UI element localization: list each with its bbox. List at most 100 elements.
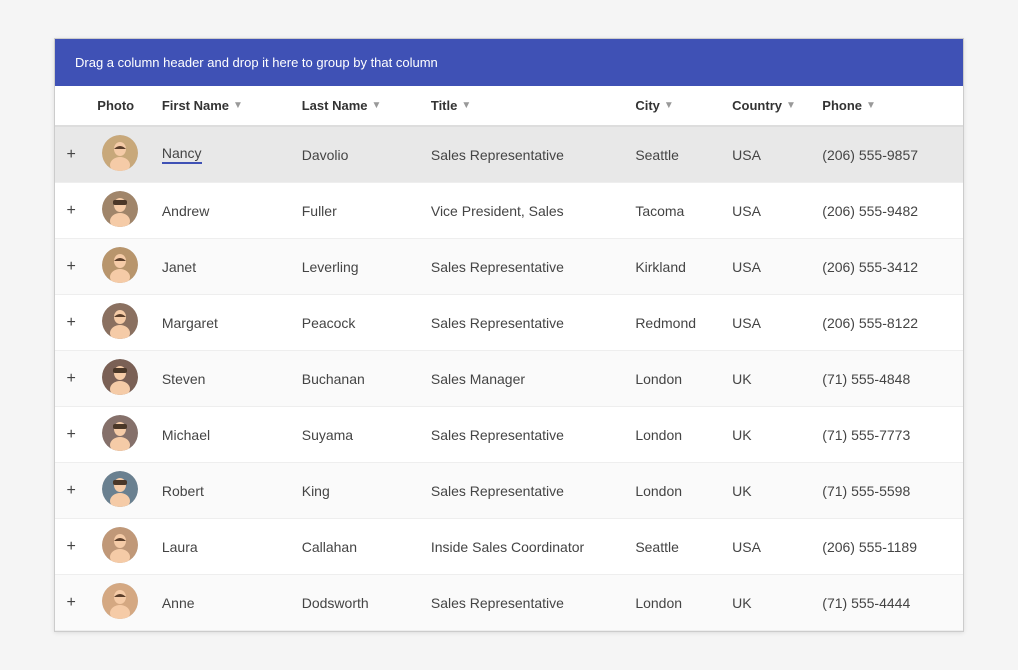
- firstname-value: Robert: [162, 483, 204, 499]
- phone-cell: (71) 555-7773: [812, 407, 963, 463]
- firstname-cell: Steven: [152, 351, 292, 407]
- expand-cell[interactable]: +: [55, 239, 87, 295]
- expand-cell[interactable]: +: [55, 575, 87, 631]
- country-cell: USA: [722, 239, 812, 295]
- table-row[interactable]: + Margaret Peacock Sales Representative …: [55, 295, 963, 351]
- firstname-value: Nancy: [162, 145, 202, 164]
- phone-cell: (206) 555-9857: [812, 126, 963, 183]
- firstname-cell: Janet: [152, 239, 292, 295]
- expand-cell[interactable]: +: [55, 407, 87, 463]
- country-cell: UK: [722, 575, 812, 631]
- col-lastname-header[interactable]: Last Name ▼: [292, 86, 421, 126]
- city-cell: London: [625, 407, 722, 463]
- avatar: [102, 135, 138, 171]
- city-cell: London: [625, 463, 722, 519]
- col-firstname-header[interactable]: First Name ▼: [152, 86, 292, 126]
- lastname-header-label: Last Name: [302, 98, 368, 113]
- photo-cell: [87, 351, 152, 407]
- title-cell: Sales Representative: [421, 239, 625, 295]
- lastname-cell: Callahan: [292, 519, 421, 575]
- country-cell: UK: [722, 463, 812, 519]
- firstname-cell: Robert: [152, 463, 292, 519]
- expand-cell[interactable]: +: [55, 126, 87, 183]
- avatar: [102, 527, 138, 563]
- title-cell: Inside Sales Coordinator: [421, 519, 625, 575]
- firstname-filter-icon[interactable]: ▼: [233, 100, 243, 111]
- phone-cell: (206) 555-3412: [812, 239, 963, 295]
- col-country-header[interactable]: Country ▼: [722, 86, 812, 126]
- group-header: Drag a column header and drop it here to…: [55, 39, 963, 86]
- country-header-label: Country: [732, 98, 782, 113]
- table-row[interactable]: + Robert King Sales Representative Londo…: [55, 463, 963, 519]
- col-expand-header: [55, 86, 87, 126]
- photo-cell: [87, 295, 152, 351]
- photo-cell: [87, 519, 152, 575]
- avatar: [102, 191, 138, 227]
- avatar: [102, 359, 138, 395]
- city-cell: London: [625, 575, 722, 631]
- avatar: [102, 247, 138, 283]
- lastname-cell: Fuller: [292, 183, 421, 239]
- city-cell: Kirkland: [625, 239, 722, 295]
- photo-cell: [87, 239, 152, 295]
- lastname-cell: Dodsworth: [292, 575, 421, 631]
- col-title-header[interactable]: Title ▼: [421, 86, 625, 126]
- phone-cell: (71) 555-5598: [812, 463, 963, 519]
- table-row[interactable]: + Janet Leverling Sales Representative K…: [55, 239, 963, 295]
- table-row[interactable]: + Nancy Davolio Sales Representative Sea…: [55, 126, 963, 183]
- expand-cell[interactable]: +: [55, 519, 87, 575]
- table-row[interactable]: + Anne Dodsworth Sales Representative Lo…: [55, 575, 963, 631]
- header-row: Photo First Name ▼ Last Name ▼: [55, 86, 963, 126]
- lastname-cell: Peacock: [292, 295, 421, 351]
- col-photo-header: Photo: [87, 86, 152, 126]
- phone-cell: (71) 555-4848: [812, 351, 963, 407]
- expand-cell[interactable]: +: [55, 295, 87, 351]
- firstname-value: Margaret: [162, 315, 218, 331]
- grid-container: Drag a column header and drop it here to…: [54, 38, 964, 632]
- col-city-header[interactable]: City ▼: [625, 86, 722, 126]
- title-cell: Sales Representative: [421, 295, 625, 351]
- expand-cell[interactable]: +: [55, 463, 87, 519]
- avatar: [102, 471, 138, 507]
- lastname-cell: Suyama: [292, 407, 421, 463]
- city-cell: London: [625, 351, 722, 407]
- country-cell: UK: [722, 351, 812, 407]
- table-row[interactable]: + Michael Suyama Sales Representative Lo…: [55, 407, 963, 463]
- lastname-filter-icon[interactable]: ▼: [371, 100, 381, 111]
- title-cell: Sales Representative: [421, 575, 625, 631]
- firstname-value: Laura: [162, 539, 198, 555]
- lastname-cell: Davolio: [292, 126, 421, 183]
- table-row[interactable]: + Steven Buchanan Sales Manager London U…: [55, 351, 963, 407]
- country-cell: UK: [722, 407, 812, 463]
- firstname-cell: Anne: [152, 575, 292, 631]
- firstname-value: Anne: [162, 595, 195, 611]
- lastname-cell: King: [292, 463, 421, 519]
- table-row[interactable]: + Laura Callahan Inside Sales Coordinato…: [55, 519, 963, 575]
- avatar: [102, 415, 138, 451]
- firstname-cell: Nancy: [152, 126, 292, 183]
- firstname-cell: Margaret: [152, 295, 292, 351]
- col-phone-header[interactable]: Phone ▼: [812, 86, 963, 126]
- title-filter-icon[interactable]: ▼: [461, 100, 471, 111]
- title-header-label: Title: [431, 98, 458, 113]
- photo-cell: [87, 183, 152, 239]
- city-cell: Redmond: [625, 295, 722, 351]
- country-cell: USA: [722, 295, 812, 351]
- lastname-cell: Buchanan: [292, 351, 421, 407]
- lastname-cell: Leverling: [292, 239, 421, 295]
- expand-cell[interactable]: +: [55, 351, 87, 407]
- avatar: [102, 583, 138, 619]
- country-filter-icon[interactable]: ▼: [786, 100, 796, 111]
- phone-filter-icon[interactable]: ▼: [866, 100, 876, 111]
- photo-cell: [87, 407, 152, 463]
- firstname-value: Michael: [162, 427, 210, 443]
- title-cell: Sales Representative: [421, 407, 625, 463]
- city-filter-icon[interactable]: ▼: [664, 100, 674, 111]
- city-cell: Seattle: [625, 519, 722, 575]
- title-cell: Sales Representative: [421, 463, 625, 519]
- photo-cell: [87, 463, 152, 519]
- table-row[interactable]: + Andrew Fuller Vice President, Sales Ta…: [55, 183, 963, 239]
- title-cell: Sales Representative: [421, 126, 625, 183]
- firstname-header-label: First Name: [162, 98, 229, 113]
- expand-cell[interactable]: +: [55, 183, 87, 239]
